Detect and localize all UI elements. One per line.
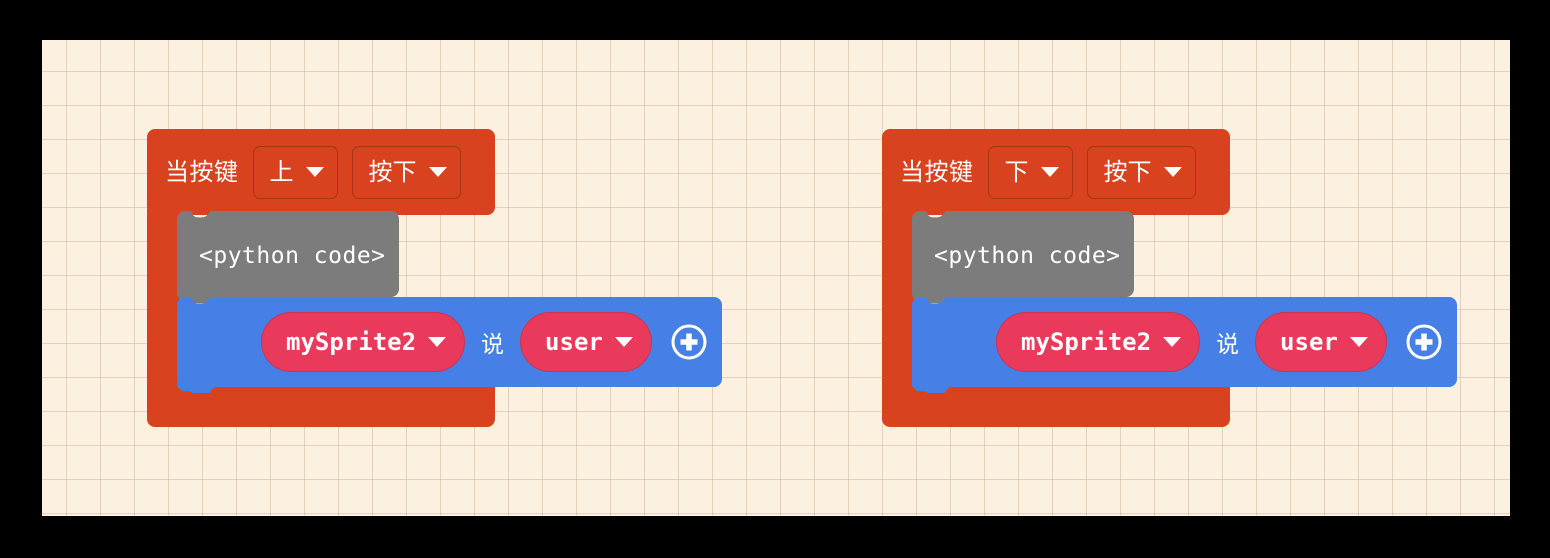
chevron-down-icon [428,337,447,347]
sprite-dropdown-field[interactable]: mySprite2 [261,312,466,372]
chevron-down-icon [1163,167,1182,177]
plus-circle-icon[interactable] [670,323,708,361]
python-code-block[interactable]: <python code> [177,208,399,308]
sprite-dropdown-field[interactable]: mySprite2 [996,312,1201,372]
say-block[interactable]: mySprite2 说 user [177,294,722,398]
sprite-dropdown-value: mySprite2 [1021,328,1152,356]
key-dropdown-field[interactable]: 下 [987,145,1073,199]
chevron-down-icon [428,167,447,177]
message-dropdown-value: user [1280,328,1338,356]
python-code-block-shape [912,208,1134,308]
event-dropdown-value: 按下 [1103,158,1152,186]
chevron-down-icon [1349,337,1368,347]
message-dropdown-field[interactable]: user [520,312,652,372]
python-code-block[interactable]: <python code> [912,208,1134,308]
sprite-dropdown-value: mySprite2 [286,328,417,356]
python-code-block-shape [177,208,399,308]
event-dropdown-value: 按下 [368,158,417,186]
message-dropdown-value: user [545,328,603,356]
say-block[interactable]: mySprite2 说 user [912,294,1457,398]
chevron-down-icon [305,167,324,177]
event-dropdown-field[interactable]: 按下 [351,145,461,199]
blockly-workspace-canvas[interactable]: 当按键 上 按下 <python code> mySprite2 说 user … [42,40,1510,516]
chevron-down-icon [614,337,633,347]
event-dropdown-field[interactable]: 按下 [1086,145,1196,199]
key-dropdown-value: 上 [269,158,294,186]
screenshot-stage: 当按键 上 按下 <python code> mySprite2 说 user … [0,0,1550,558]
plus-circle-icon[interactable] [1405,323,1443,361]
key-dropdown-field[interactable]: 上 [252,145,338,199]
chevron-down-icon [1163,337,1182,347]
message-dropdown-field[interactable]: user [1255,312,1387,372]
key-dropdown-value: 下 [1004,158,1029,186]
chevron-down-icon [1040,167,1059,177]
